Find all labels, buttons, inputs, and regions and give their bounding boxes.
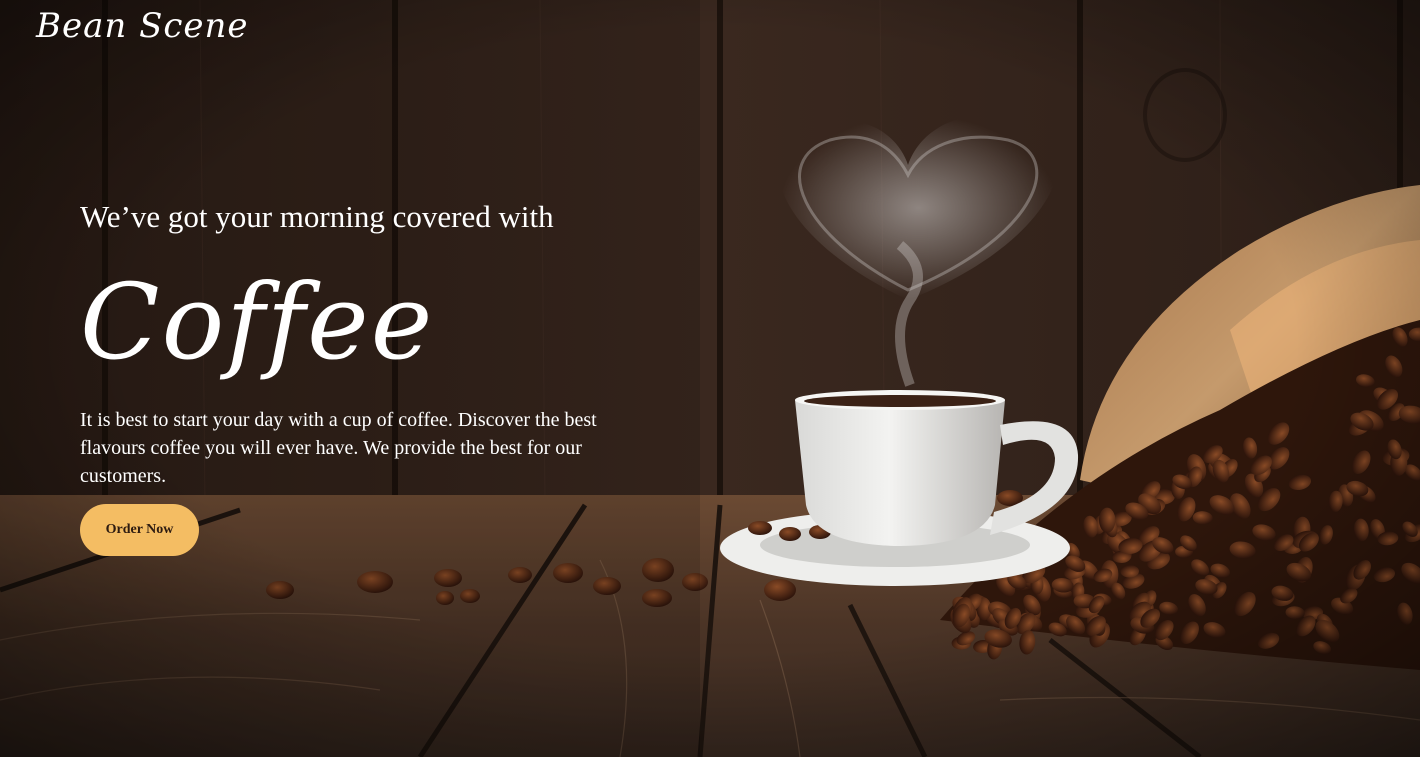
hero-section: Bean Scene We’ve got your morning covere… — [0, 0, 1420, 757]
hero-content: We’ve got your morning covered with Coff… — [80, 200, 680, 556]
hero-tagline: We’ve got your morning covered with — [80, 199, 554, 234]
hero-description: It is best to start your day with a cup … — [80, 409, 597, 487]
order-now-button[interactable]: Order Now — [80, 504, 199, 556]
hero-heading: Coffee — [80, 261, 435, 383]
brand-logo[interactable]: Bean Scene — [36, 6, 249, 46]
